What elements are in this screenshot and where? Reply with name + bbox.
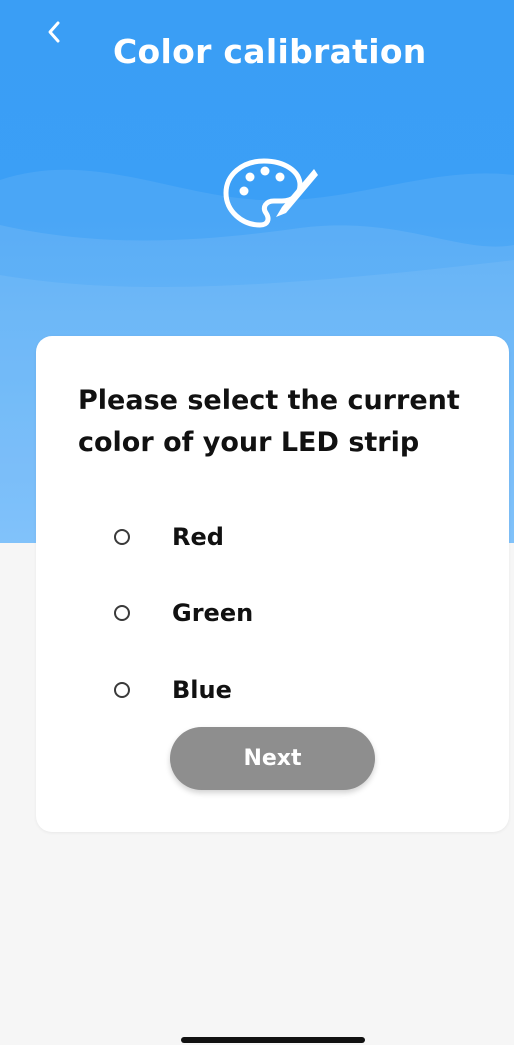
home-indicator [181,1037,365,1043]
back-button[interactable] [36,12,72,56]
radio-button[interactable] [114,682,130,698]
calibration-card: Please select the current color of your … [36,336,509,832]
palette-icon [220,155,324,235]
option-label: Blue [172,676,232,704]
radio-button[interactable] [114,529,130,545]
chevron-left-icon [46,20,62,48]
page-title: Color calibration [113,32,427,72]
option-label: Green [172,599,254,627]
next-button[interactable]: Next [170,727,375,790]
option-blue[interactable]: Blue [114,670,232,710]
radio-button[interactable] [114,605,130,621]
question-text: Please select the current color of your … [78,385,460,458]
option-label: Red [172,523,224,551]
option-green[interactable]: Green [114,593,253,633]
option-red[interactable]: Red [114,517,224,557]
